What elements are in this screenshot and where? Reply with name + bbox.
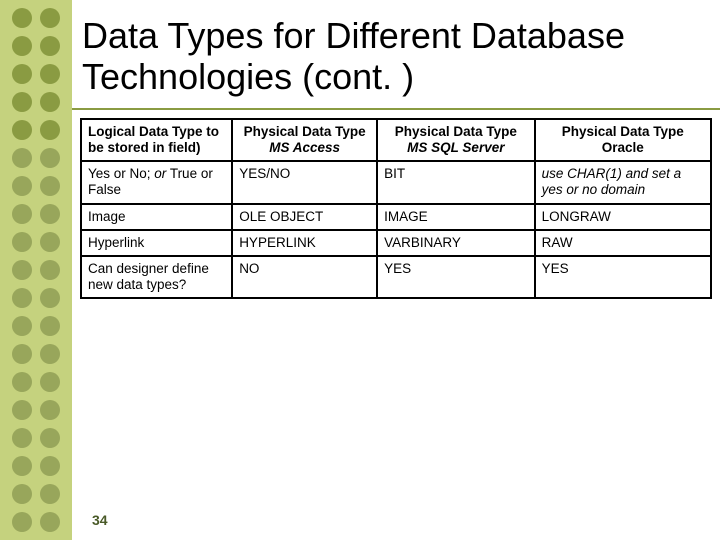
- table-header-row: Logical Data Type to be stored in field)…: [81, 119, 711, 161]
- cell-sqlserver: YES: [377, 256, 535, 298]
- data-types-table: Logical Data Type to be stored in field)…: [80, 118, 712, 300]
- cell-logical: Image: [81, 204, 232, 230]
- dot-grid: [12, 0, 60, 532]
- page-number: 34: [92, 512, 108, 528]
- cell-logical: Yes or No; or True or False: [81, 161, 232, 203]
- left-decorative-strip: [0, 0, 72, 540]
- cell-access: OLE OBJECT: [232, 204, 377, 230]
- cell-access: HYPERLINK: [232, 230, 377, 256]
- table-row: Yes or No; or True or False YES/NO BIT u…: [81, 161, 711, 203]
- slide-title: Data Types for Different Database Techno…: [72, 0, 720, 110]
- cell-oracle: use CHAR(1) and set a yes or no domain: [535, 161, 711, 203]
- header-access: Physical Data Type MS Access: [232, 119, 377, 161]
- header-oracle: Physical Data Type Oracle: [535, 119, 711, 161]
- cell-oracle: RAW: [535, 230, 711, 256]
- table-row: Hyperlink HYPERLINK VARBINARY RAW: [81, 230, 711, 256]
- cell-sqlserver: IMAGE: [377, 204, 535, 230]
- header-logical: Logical Data Type to be stored in field): [81, 119, 232, 161]
- cell-oracle: LONGRAW: [535, 204, 711, 230]
- table-row: Can designer define new data types? NO Y…: [81, 256, 711, 298]
- header-sqlserver: Physical Data Type MS SQL Server: [377, 119, 535, 161]
- cell-access: YES/NO: [232, 161, 377, 203]
- cell-sqlserver: VARBINARY: [377, 230, 535, 256]
- cell-logical: Hyperlink: [81, 230, 232, 256]
- slide-content: Data Types for Different Database Techno…: [72, 0, 720, 540]
- cell-logical: Can designer define new data types?: [81, 256, 232, 298]
- cell-sqlserver: BIT: [377, 161, 535, 203]
- data-types-table-wrap: Logical Data Type to be stored in field)…: [72, 110, 720, 300]
- cell-oracle: YES: [535, 256, 711, 298]
- cell-access: NO: [232, 256, 377, 298]
- table-row: Image OLE OBJECT IMAGE LONGRAW: [81, 204, 711, 230]
